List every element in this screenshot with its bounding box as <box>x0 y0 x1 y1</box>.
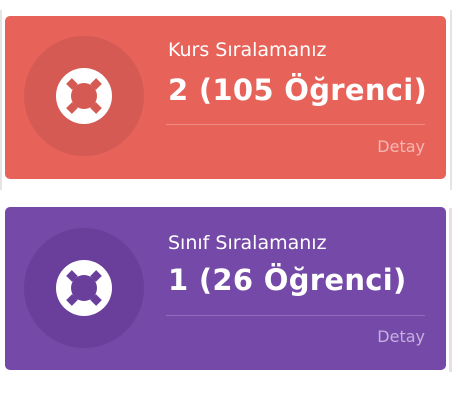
class-ranking-detail-link[interactable]: Detay <box>377 328 425 346</box>
class-ranking-label: Sınıf Sıralamanız <box>168 232 327 254</box>
class-ranking-icon-circle <box>24 228 144 348</box>
class-ranking-divider <box>166 315 425 316</box>
right-border-lower <box>449 208 452 372</box>
course-ranking-icon-circle <box>24 36 144 156</box>
class-ranking-value: 1 (26 Öğrenci) <box>168 263 407 297</box>
course-ranking-card: Kurs Sıralamanız 2 (105 Öğrenci) Detay <box>5 16 446 179</box>
course-ranking-detail-link[interactable]: Detay <box>377 138 425 156</box>
life-ring-icon <box>56 260 112 316</box>
course-ranking-label: Kurs Sıralamanız <box>168 39 327 61</box>
course-ranking-value: 2 (105 Öğrenci) <box>168 73 428 107</box>
course-ranking-divider <box>166 124 425 125</box>
life-ring-icon <box>56 68 112 124</box>
class-ranking-card: Sınıf Sıralamanız 1 (26 Öğrenci) Detay <box>5 207 446 370</box>
left-border <box>0 10 2 190</box>
right-border <box>450 10 452 190</box>
